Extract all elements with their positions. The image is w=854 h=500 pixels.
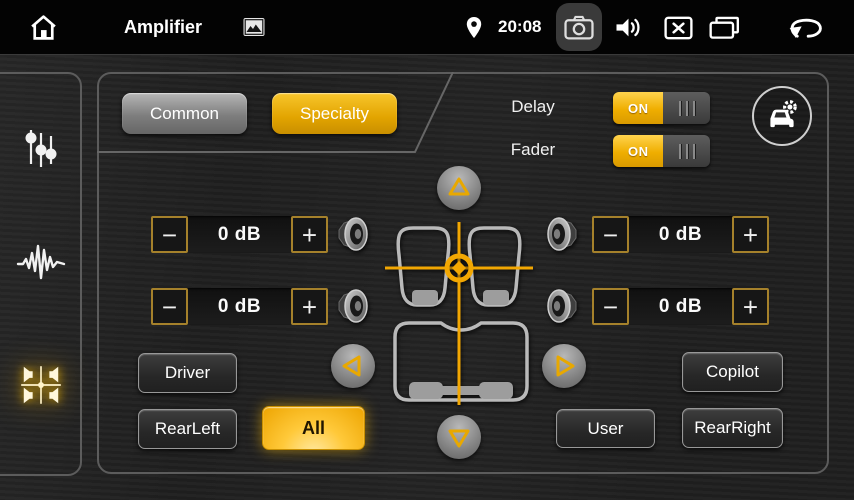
pan-up-button[interactable] (437, 166, 481, 210)
delay-label: Delay (488, 97, 578, 117)
equalizer-icon (18, 124, 64, 170)
arrow-left-icon (331, 344, 375, 388)
toggle-grip (663, 135, 710, 167)
speaker-icon (544, 283, 584, 329)
gain-rear-right-value: 0 dB (629, 296, 732, 318)
zone-user-button[interactable]: User (556, 409, 655, 448)
tab-common[interactable]: Common (122, 93, 247, 134)
toggle-grip (663, 92, 710, 124)
pan-left-button[interactable] (331, 344, 375, 388)
gain-front-right-plus-button[interactable]: + (732, 216, 769, 253)
gain-rear-left-minus-button[interactable]: − (151, 288, 188, 325)
gain-row-front-right: − 0 dB + (592, 216, 769, 253)
gain-row-rear-left: − 0 dB + (151, 288, 328, 325)
gain-rear-left-value: 0 dB (188, 296, 291, 318)
arrow-up-icon (437, 166, 481, 210)
camera-button[interactable] (556, 3, 602, 51)
zone-rearright-button[interactable]: RearRight (682, 408, 783, 448)
delay-toggle[interactable]: ON (613, 92, 710, 124)
image-icon[interactable] (242, 16, 266, 38)
status-bar: Amplifier 20:08 (0, 0, 854, 55)
waveform-icon (15, 240, 67, 284)
speaker-icon (331, 283, 371, 329)
zone-copilot-button[interactable]: Copilot (682, 352, 783, 392)
sidebar-item-equalizer[interactable] (18, 124, 64, 170)
arrow-down-icon (437, 415, 481, 459)
speaker-icon (544, 211, 584, 257)
gain-rear-right-plus-button[interactable]: + (732, 288, 769, 325)
gain-rear-right-minus-button[interactable]: − (592, 288, 629, 325)
car-settings-icon (763, 97, 801, 135)
gain-front-left-minus-button[interactable]: − (151, 216, 188, 253)
zone-rearleft-button[interactable]: RearLeft (138, 409, 237, 449)
pan-right-button[interactable] (542, 344, 586, 388)
car-settings-button[interactable] (752, 86, 812, 146)
gain-front-right-minus-button[interactable]: − (592, 216, 629, 253)
tab-specialty[interactable]: Specialty (272, 93, 397, 134)
gain-front-left-value: 0 dB (188, 224, 291, 246)
volume-icon[interactable] (614, 15, 644, 40)
home-icon[interactable] (28, 12, 59, 43)
sidebar-item-balance[interactable] (17, 361, 65, 409)
recent-apps-icon[interactable] (708, 15, 741, 40)
gain-row-front-left: − 0 dB + (151, 216, 328, 253)
pan-down-button[interactable] (437, 415, 481, 459)
delay-toggle-state: ON (613, 92, 663, 124)
camera-icon (563, 13, 595, 41)
zone-driver-button[interactable]: Driver (138, 353, 237, 393)
close-window-icon[interactable] (664, 16, 693, 40)
speaker-icon (331, 211, 371, 257)
fader-toggle-state: ON (613, 135, 663, 167)
fader-toggle[interactable]: ON (613, 135, 710, 167)
fader-label: Fader (488, 140, 578, 160)
zone-all-button[interactable]: All (262, 406, 365, 450)
location-pin-icon (464, 15, 484, 40)
arrow-right-icon (542, 344, 586, 388)
gain-row-rear-right: − 0 dB + (592, 288, 769, 325)
sidebar-item-effects[interactable] (15, 240, 67, 284)
gain-front-right-value: 0 dB (629, 224, 732, 246)
gain-front-left-plus-button[interactable]: + (291, 216, 328, 253)
amplifier-screen: Amplifier 20:08 (0, 0, 854, 500)
balance-position-marker[interactable] (447, 256, 471, 280)
back-icon[interactable] (786, 15, 826, 40)
gain-rear-left-plus-button[interactable]: + (291, 288, 328, 325)
balance-crosshair-icon (17, 361, 65, 409)
page-title: Amplifier (124, 0, 202, 54)
clock: 20:08 (498, 0, 541, 54)
